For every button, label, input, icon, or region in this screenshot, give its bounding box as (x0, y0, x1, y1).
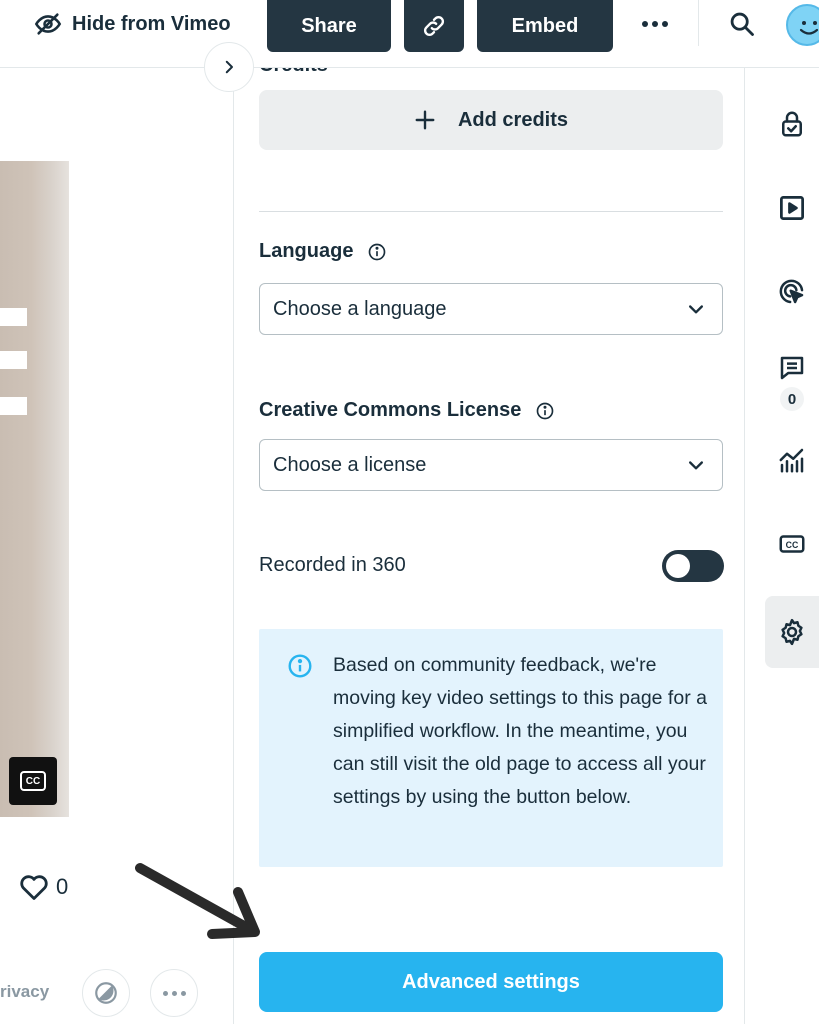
info-icon[interactable] (535, 401, 555, 421)
language-label-text: Language (259, 240, 354, 262)
lock-check-icon (782, 111, 802, 137)
eye-slash-icon (34, 13, 62, 35)
heart-icon (20, 875, 48, 900)
share-button[interactable]: Share (267, 0, 391, 52)
cc-icon: CC (20, 771, 46, 791)
appearance-button[interactable] (82, 969, 130, 1017)
more-dots-icon (162, 990, 186, 996)
chevron-right-icon (225, 60, 233, 74)
license-label-text: Creative Commons License (259, 399, 522, 421)
language-label: Language (259, 240, 387, 263)
license-select[interactable]: Choose a license (259, 439, 723, 491)
gear-icon (781, 618, 803, 646)
chevron-down-icon (689, 305, 703, 314)
privacy-link[interactable]: rivacy (0, 982, 49, 1002)
video-white-bar (0, 397, 27, 415)
video-more-button[interactable] (150, 969, 198, 1017)
video-white-bar (0, 308, 27, 326)
plus-icon (415, 110, 435, 130)
rail-item-settings[interactable] (765, 596, 819, 668)
section-divider (259, 211, 723, 212)
collapse-panel-button[interactable] (204, 42, 254, 92)
hide-from-vimeo-button[interactable]: Hide from Vimeo (34, 10, 231, 38)
embed-button[interactable]: Embed (477, 0, 613, 52)
likes-count: 0 (56, 874, 69, 899)
rail-item-captions[interactable]: CC (765, 508, 819, 580)
copy-link-button[interactable] (404, 0, 464, 52)
add-credits-label: Add credits (457, 108, 569, 131)
right-tool-rail: 0 CC (745, 68, 819, 1024)
contrast-icon (95, 982, 117, 1004)
more-options-button[interactable] (638, 10, 672, 38)
user-avatar[interactable] (786, 4, 819, 46)
analytics-icon (779, 448, 804, 473)
video-player[interactable] (0, 161, 69, 817)
credits-heading: Credits (259, 68, 328, 77)
captions-toggle-button[interactable]: CC (9, 757, 57, 805)
comments-count-badge: 0 (780, 387, 804, 411)
settings-panel: Credits Add credits Language Choose a la… (233, 68, 745, 1024)
recorded-360-label: Recorded in 360 (259, 554, 406, 576)
link-icon (423, 15, 445, 37)
cursor-target-icon (779, 279, 804, 304)
license-label: Creative Commons License (259, 399, 555, 422)
toggle-knob (666, 554, 690, 578)
add-credits-button[interactable]: Add credits (259, 90, 723, 150)
language-select[interactable]: Choose a language (259, 283, 723, 335)
info-notice: Based on community feedback, we're movin… (259, 629, 723, 867)
search-icon[interactable] (728, 10, 756, 38)
top-divider (698, 0, 699, 46)
info-icon[interactable] (367, 242, 387, 262)
recorded-360-toggle[interactable] (662, 550, 724, 582)
advanced-settings-button[interactable]: Advanced settings (259, 952, 723, 1012)
hide-from-vimeo-label: Hide from Vimeo (72, 12, 231, 35)
more-dots-icon (662, 21, 668, 27)
cc-icon: CC (779, 535, 805, 553)
more-dots-icon (652, 21, 658, 27)
info-notice-text: Based on community feedback, we're movin… (333, 654, 707, 808)
chevron-down-icon (689, 461, 703, 470)
arrow-annotation (135, 863, 260, 939)
rail-item-analytics[interactable] (765, 424, 819, 496)
comment-icon (780, 356, 804, 380)
rail-item-interactive[interactable] (765, 256, 819, 328)
license-select-value: Choose a license (273, 453, 427, 476)
video-white-bar (0, 351, 27, 369)
like-button[interactable]: 0 (18, 873, 68, 901)
info-icon (288, 654, 312, 678)
cc-icon-text: CC (786, 540, 799, 550)
more-dots-icon (642, 21, 648, 27)
top-bar: Hide from Vimeo Share Embed (0, 0, 819, 68)
play-square-icon (780, 196, 804, 220)
rail-item-comments[interactable]: 0 (765, 340, 819, 424)
language-select-value: Choose a language (273, 297, 447, 320)
rail-item-privacy[interactable] (765, 88, 819, 160)
rail-item-player[interactable] (765, 172, 819, 244)
smiley-avatar (799, 21, 819, 35)
